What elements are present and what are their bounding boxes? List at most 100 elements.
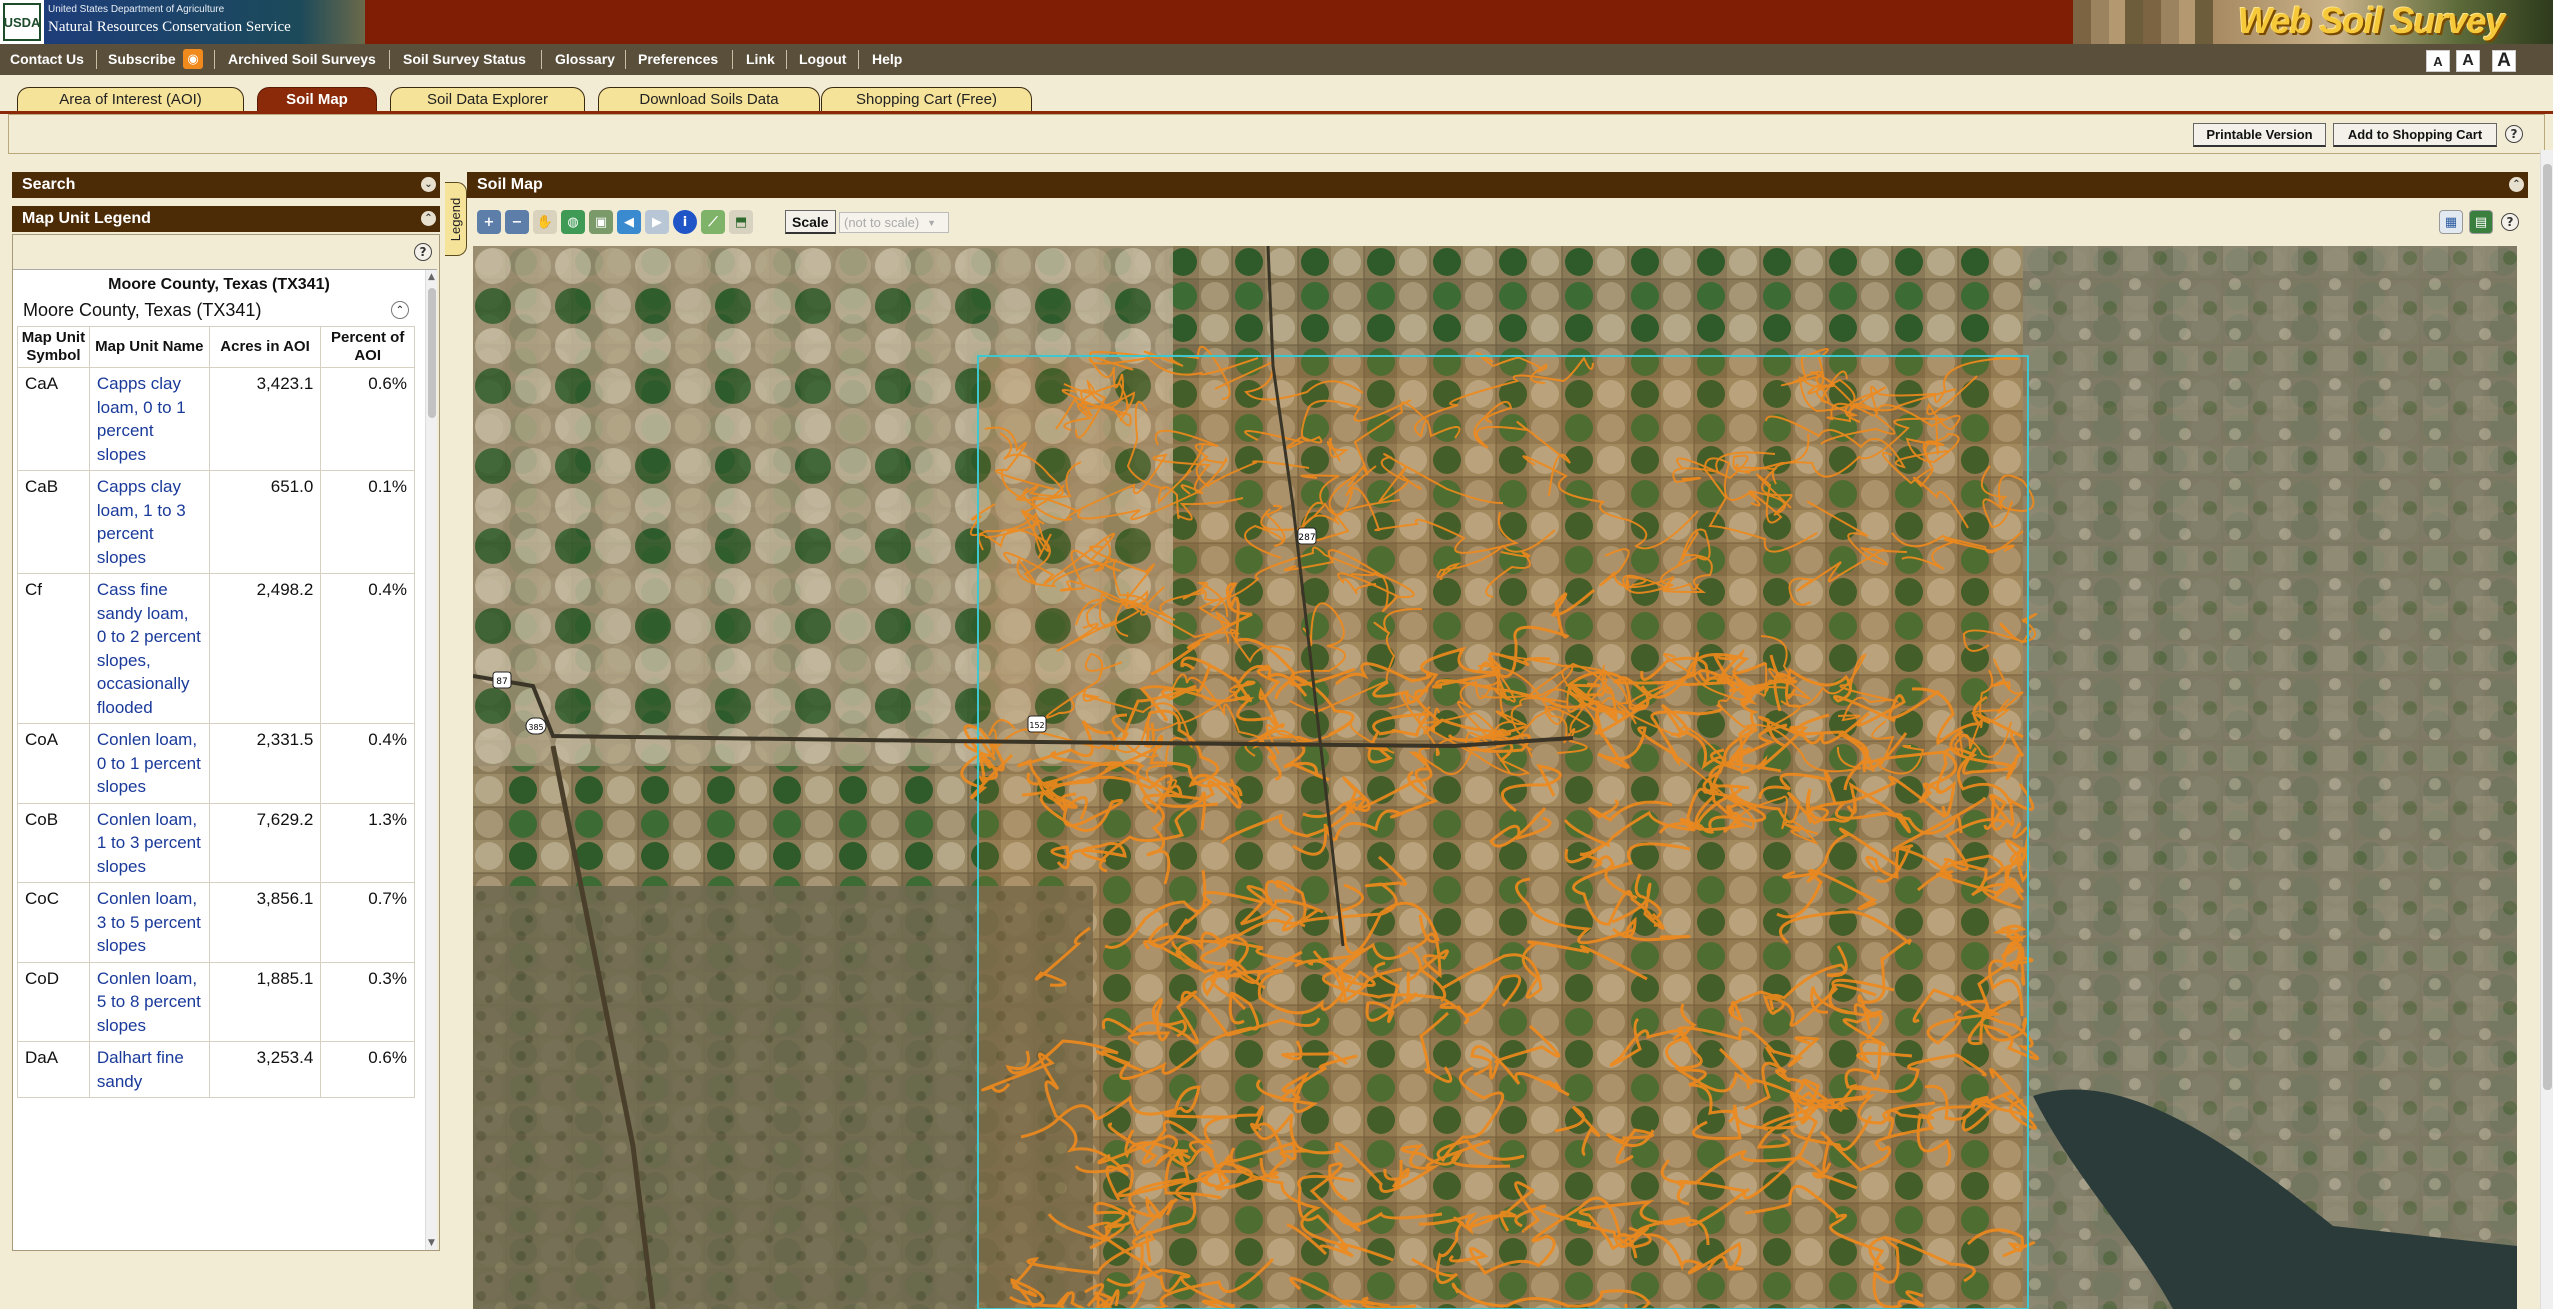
expand-icon[interactable]: ⌄ <box>421 177 436 192</box>
legend-panel-header[interactable]: Map Unit Legend ⌃ <box>12 206 440 232</box>
tab-area-of-interest[interactable]: Area of Interest (AOI) <box>17 87 244 111</box>
map-unit-name-link[interactable]: Conlen loam, 0 to 1 percent slopes <box>88 723 210 804</box>
agency-subname: Natural Resources Conservation Service <box>48 19 291 35</box>
acres-in-aoi: 651.0 <box>208 470 322 574</box>
search-panel-header[interactable]: Search ⌄ <box>12 172 440 198</box>
map-unit-name-link[interactable]: Conlen loam, 1 to 3 percent slopes <box>88 802 210 883</box>
nav-archived-soil-surveys[interactable]: Archived Soil Surveys <box>228 51 376 67</box>
acres-in-aoi: 7,629.2 <box>208 802 322 883</box>
nav-preferences[interactable]: Preferences <box>638 51 718 67</box>
map-unit-name-link[interactable]: Cass fine sandy loam, 0 to 2 percent slo… <box>88 573 210 724</box>
legend-row: CoD Conlen loam, 5 to 8 percent slopes 1,8… <box>17 961 415 1042</box>
map-unit-symbol: Cf <box>17 573 90 724</box>
scale-select[interactable]: (not to scale) ▼ <box>839 212 949 233</box>
map-unit-symbol: CoA <box>17 723 90 804</box>
page-scroll-thumb[interactable] <box>2543 164 2552 1090</box>
identify-info-icon[interactable]: i <box>673 210 697 234</box>
col-acres-in-aoi: Acres in AOI <box>208 326 322 368</box>
map-help-icon[interactable]: ? <box>2501 213 2519 231</box>
collapse-icon[interactable]: ⌃ <box>2509 177 2524 192</box>
legend-header-row: Map Unit Symbol Map Unit Name Acres in A… <box>17 326 415 368</box>
previous-extent-icon[interactable]: ◀ <box>617 210 641 234</box>
col-map-unit-name: Map Unit Name <box>88 326 210 368</box>
legend-panel-title: Map Unit Legend <box>22 210 151 227</box>
help-icon[interactable]: ? <box>2505 125 2523 143</box>
satellite-imagery[interactable]: 287 87 385 152 <box>473 246 2517 1309</box>
next-extent-icon[interactable]: ▶ <box>645 210 669 234</box>
acres-in-aoi: 2,331.5 <box>208 723 322 804</box>
legend-scroll-thumb[interactable] <box>428 288 436 418</box>
usda-banner[interactable]: USDA United States Department of Agricul… <box>0 0 365 44</box>
map-unit-name-link[interactable]: Capps clay loam, 1 to 3 percent slopes <box>88 470 210 574</box>
tab-download-soils-data[interactable]: Download Soils Data <box>598 87 820 111</box>
tab-soil-data-explorer[interactable]: Soil Data Explorer <box>390 87 585 111</box>
aoi-icon[interactable]: ▣ <box>589 210 613 234</box>
nav-separator <box>625 50 626 69</box>
usda-logo: USDA <box>3 3 41 41</box>
tab-shopping-cart[interactable]: Shopping Cart (Free) <box>821 87 1032 111</box>
printable-version-button[interactable]: Printable Version <box>2193 123 2326 147</box>
legend-help-icon[interactable]: ? <box>414 243 432 261</box>
map-unit-symbol: DaA <box>17 1041 90 1098</box>
top-nav: Contact Us Subscribe ◉ Archived Soil Sur… <box>0 44 2553 75</box>
tab-soil-map[interactable]: Soil Map <box>257 87 377 111</box>
nav-separator <box>541 50 542 69</box>
measure-ruler-icon[interactable]: ⟋ <box>701 210 725 234</box>
scale-label: Scale <box>785 210 836 234</box>
map-unit-name-link[interactable]: Conlen loam, 3 to 5 percent slopes <box>88 882 210 963</box>
acres-in-aoi: 2,498.2 <box>208 573 322 724</box>
nav-separator <box>96 50 97 69</box>
export-map-icon[interactable]: ⬒ <box>729 210 753 234</box>
add-to-shopping-cart-button[interactable]: Add to Shopping Cart <box>2333 123 2497 147</box>
legend-row: CoC Conlen loam, 3 to 5 percent slopes 3,8… <box>17 882 415 963</box>
full-extent-icon[interactable]: ◍ <box>561 210 585 234</box>
page-scrollbar[interactable] <box>2540 150 2553 1309</box>
base-map-icon[interactable]: ▤ <box>2469 210 2493 234</box>
nav-subscribe[interactable]: Subscribe <box>108 51 176 67</box>
tab-bar: Area of Interest (AOI) Soil Map Soil Dat… <box>0 75 2553 112</box>
search-panel-title: Search <box>22 176 76 193</box>
route-shield-385-label: 385 <box>528 723 543 732</box>
scroll-up-arrow[interactable]: ▲ <box>428 272 435 282</box>
route-shield-152: 152 <box>1027 715 1047 733</box>
map-unit-name-link[interactable]: Conlen loam, 5 to 8 percent slopes <box>88 961 210 1042</box>
area-collapse-icon[interactable]: ⌃ <box>391 301 409 319</box>
nav-separator <box>858 50 859 69</box>
route-shield-287-label: 287 <box>1298 533 1315 543</box>
scroll-down-arrow[interactable]: ▼ <box>428 1238 435 1248</box>
legend-scrollbar[interactable]: ▲ ▼ <box>425 270 437 1250</box>
legend-area-title: Moore County, Texas (TX341) <box>108 276 330 293</box>
collapse-icon[interactable]: ⌃ <box>421 211 436 226</box>
percent-of-aoi: 0.1% <box>320 470 415 574</box>
font-size-large-button[interactable]: A <box>2492 50 2516 72</box>
action-bar: Printable Version Add to Shopping Cart ? <box>8 114 2545 154</box>
nav-link[interactable]: Link <box>746 51 775 67</box>
legend-scroll-area[interactable]: Moore County, Texas (TX341) Moore County… <box>13 269 437 1250</box>
acres-in-aoi: 3,253.4 <box>208 1041 322 1098</box>
map-unit-symbol: CoC <box>17 882 90 963</box>
nav-logout[interactable]: Logout <box>799 51 846 67</box>
map-toolbar: + − ✋ ◍ ▣ ◀ ▶ i ⟋ ⬒ Scale (not to scale)… <box>467 202 2528 242</box>
nav-contact-us[interactable]: Contact Us <box>10 51 84 67</box>
legend-row: CoB Conlen loam, 1 to 3 percent slopes 7,6… <box>17 802 415 883</box>
app-title: Web Soil Survey <box>2238 0 2505 41</box>
legend-side-tab[interactable]: Legend <box>445 182 467 256</box>
pan-hand-icon[interactable]: ✋ <box>533 210 557 234</box>
legend-area-subtitle[interactable]: Moore County, Texas (TX341) <box>23 300 261 321</box>
route-shield-287: 287 <box>1297 527 1317 545</box>
rss-icon[interactable]: ◉ <box>183 49 203 69</box>
map-layers-icon[interactable]: ▦ <box>2439 210 2463 234</box>
soil-map-canvas[interactable]: 287 87 385 152 <box>473 246 2517 1309</box>
map-unit-name-link[interactable]: Capps clay loam, 0 to 1 percent slopes <box>88 367 210 471</box>
legend-side-tab-label: Legend <box>448 197 464 241</box>
zoom-out-icon[interactable]: − <box>505 210 529 234</box>
map-unit-name-link[interactable]: Dalhart fine sandy <box>88 1041 210 1098</box>
font-size-medium-button[interactable]: A <box>2456 50 2480 72</box>
font-size-small-button[interactable]: A <box>2426 50 2450 72</box>
scale-select-value: (not to scale) <box>844 215 920 230</box>
zoom-in-icon[interactable]: + <box>477 210 501 234</box>
nav-help[interactable]: Help <box>872 51 902 67</box>
legend-row: CoA Conlen loam, 0 to 1 percent slopes 2,3… <box>17 723 415 804</box>
nav-glossary[interactable]: Glossary <box>555 51 615 67</box>
nav-soil-survey-status[interactable]: Soil Survey Status <box>403 51 526 67</box>
